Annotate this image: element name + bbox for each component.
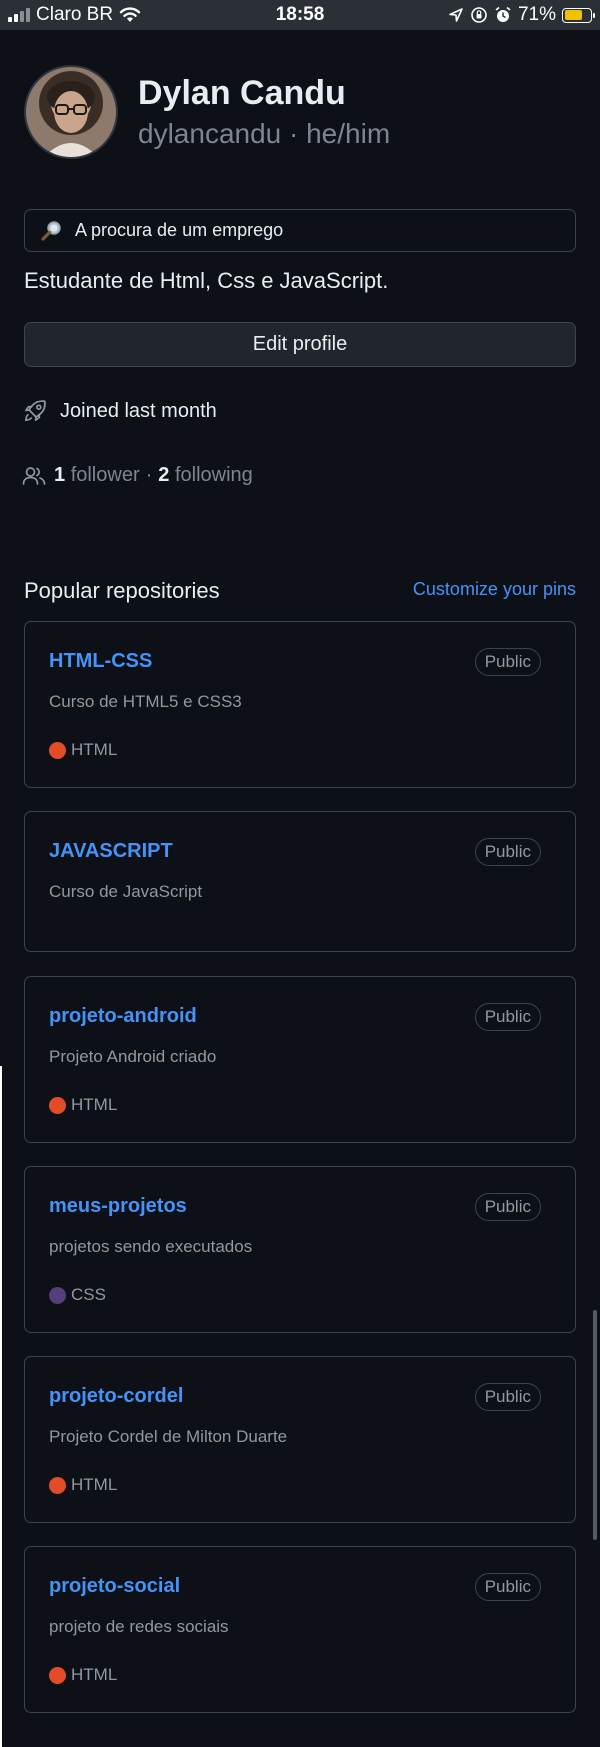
status-bar: Claro BR 18:58 71% xyxy=(0,0,600,30)
repo-description: Curso de JavaScript xyxy=(49,882,203,901)
language-label: HTML xyxy=(71,740,118,759)
edit-profile-button[interactable]: Edit profile xyxy=(24,322,576,367)
language-dot-icon xyxy=(49,741,66,759)
repo-card[interactable]: JAVASCRIPT Public Curso de JavaScript xyxy=(24,811,576,952)
repo-language: CSS xyxy=(49,1285,106,1305)
repo-description: Projeto Cordel de Milton Duarte xyxy=(49,1427,288,1446)
carrier-label: Claro BR xyxy=(36,4,114,25)
repo-language: HTML xyxy=(49,1475,117,1495)
repo-card[interactable]: projeto-android Public Projeto Android c… xyxy=(24,976,576,1143)
magnifying-glass-icon xyxy=(41,220,61,241)
status-text: A procura de um emprego xyxy=(75,220,284,240)
followers-count: 1 xyxy=(54,464,66,486)
avatar[interactable] xyxy=(24,65,118,159)
repo-name-link[interactable]: JAVASCRIPT xyxy=(49,840,173,863)
repo-card[interactable]: projeto-cordel Public Projeto Cordel de … xyxy=(24,1356,576,1523)
language-dot-icon xyxy=(49,1096,66,1114)
repo-card[interactable]: projeto-social Public projeto de redes s… xyxy=(24,1546,576,1713)
repo-description: projetos sendo executados xyxy=(49,1237,253,1256)
language-dot-icon xyxy=(49,1666,66,1684)
language-dot-icon xyxy=(49,1286,66,1304)
username-pronouns: dylancandu · he/him xyxy=(138,118,391,149)
visibility-badge: Public xyxy=(474,1573,541,1601)
people-icon xyxy=(22,466,46,485)
repo-language: HTML xyxy=(49,1665,117,1685)
joined-text: Joined last month xyxy=(60,399,217,422)
battery-icon xyxy=(562,7,595,23)
repo-card[interactable]: meus-projetos Public projetos sendo exec… xyxy=(24,1166,576,1333)
scrollbar-thumb[interactable] xyxy=(593,1310,597,1540)
repo-language: HTML xyxy=(49,740,117,760)
location-icon xyxy=(449,8,463,22)
repo-description: Curso de HTML5 e CSS3 xyxy=(49,692,242,711)
followers-label: follower xyxy=(70,464,140,486)
language-dot-icon xyxy=(49,1476,66,1494)
visibility-badge: Public xyxy=(474,1193,541,1221)
visibility-badge: Public xyxy=(474,1003,541,1031)
alarm-icon xyxy=(495,6,511,22)
language-label: HTML xyxy=(71,1475,118,1494)
visibility-badge: Public xyxy=(474,1383,541,1411)
user-status[interactable]: A procura de um emprego xyxy=(24,209,576,252)
following-link[interactable]: 2 following xyxy=(158,464,253,487)
follow-stats: 1 follower · 2 following xyxy=(22,464,253,487)
repo-card[interactable]: HTML-CSS Public Curso de HTML5 e CSS3 HT… xyxy=(24,621,576,788)
repo-name-link[interactable]: projeto-android xyxy=(49,1005,197,1028)
following-label: following xyxy=(174,464,253,486)
rocket-icon xyxy=(24,400,46,422)
repo-name-link[interactable]: projeto-social xyxy=(49,1575,180,1598)
popular-repos-title: Popular repositories xyxy=(24,578,220,603)
screenshot-seam xyxy=(0,1066,2,1747)
profile-bio: Estudante de Html, Css e JavaScript. xyxy=(24,268,389,293)
followers-link[interactable]: 1 follower xyxy=(54,464,140,487)
signal-icon xyxy=(8,8,30,22)
language-label: HTML xyxy=(71,1665,118,1684)
repo-description: projeto de redes sociais xyxy=(49,1617,229,1636)
repo-language: HTML xyxy=(49,1095,117,1115)
orientation-lock-icon xyxy=(471,7,487,23)
joined-info: Joined last month xyxy=(22,398,217,424)
status-left: Claro BR xyxy=(8,4,141,26)
following-count: 2 xyxy=(158,464,170,486)
repo-name-link[interactable]: HTML-CSS xyxy=(49,650,152,673)
language-label: HTML xyxy=(71,1095,118,1114)
follow-separator: · xyxy=(145,464,153,486)
visibility-badge: Public xyxy=(474,838,541,866)
repo-name-link[interactable]: meus-projetos xyxy=(49,1195,187,1218)
wifi-icon xyxy=(119,7,141,22)
repo-name-link[interactable]: projeto-cordel xyxy=(49,1385,183,1408)
profile-name: Dylan Candu xyxy=(138,74,346,112)
avatar-face-icon xyxy=(44,81,98,157)
language-label: CSS xyxy=(71,1285,106,1304)
customize-pins-link[interactable]: Customize your pins xyxy=(413,579,576,600)
repo-description: Projeto Android criado xyxy=(49,1047,217,1066)
battery-percent: 71% xyxy=(517,4,556,25)
visibility-badge: Public xyxy=(474,648,541,676)
status-right: 71% xyxy=(448,4,595,26)
